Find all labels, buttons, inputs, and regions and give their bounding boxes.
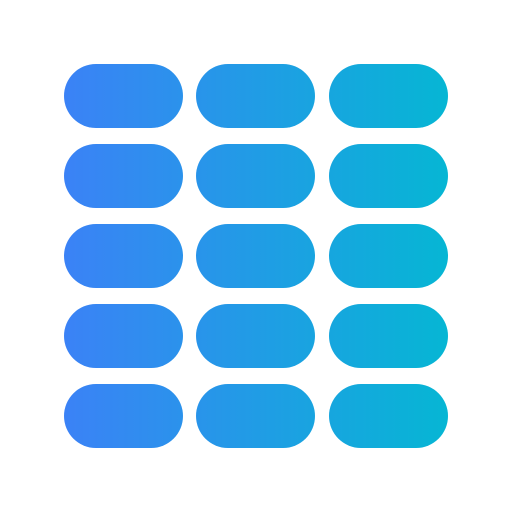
pill-r5-c2 bbox=[196, 384, 315, 448]
pill-grid bbox=[64, 64, 448, 448]
pill-r3-c2 bbox=[196, 224, 315, 288]
pill-r3-c1 bbox=[64, 224, 183, 288]
pill-r2-c3 bbox=[329, 144, 448, 208]
pill-r1-c3 bbox=[329, 64, 448, 128]
pill-r2-c2 bbox=[196, 144, 315, 208]
pill-r4-c1 bbox=[64, 304, 183, 368]
pill-r2-c1 bbox=[64, 144, 183, 208]
pill-r1-c1 bbox=[64, 64, 183, 128]
pill-r4-c3 bbox=[329, 304, 448, 368]
pill-r5-c1 bbox=[64, 384, 183, 448]
app-icon-canvas bbox=[0, 0, 512, 512]
pill-r1-c2 bbox=[196, 64, 315, 128]
pill-r3-c3 bbox=[329, 224, 448, 288]
pill-r4-c2 bbox=[196, 304, 315, 368]
grid-of-pills-icon bbox=[64, 64, 448, 448]
pill-r5-c3 bbox=[329, 384, 448, 448]
